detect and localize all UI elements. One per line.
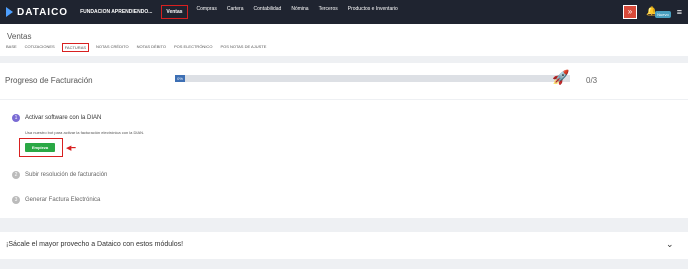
subtabs: BASE COTIZACIONES FACTURAS NOTAS CRÉDITO…: [6, 43, 274, 52]
step-3[interactable]: 3 Generar Factura Electrónica: [12, 196, 100, 204]
nav-terceros[interactable]: Terceros: [319, 6, 338, 18]
step-description: Usa nuestro bot para activar la facturac…: [25, 130, 145, 135]
nav-contabilidad[interactable]: Contabilidad: [254, 6, 282, 18]
progress-count: 0/3: [586, 76, 598, 85]
company-selector[interactable]: FUNDACION APRENDIENDO...: [80, 9, 152, 15]
nav-cartera[interactable]: Cartera: [227, 6, 244, 18]
step-number: 2: [12, 171, 20, 179]
top-navbar: DATAICO FUNDACION APRENDIENDO... Ventas …: [0, 0, 688, 24]
step-number: 3: [12, 196, 20, 204]
nav-productos[interactable]: Productos e Inventario: [348, 6, 398, 18]
tab-base[interactable]: BASE: [6, 44, 17, 51]
step-number: 1: [12, 114, 20, 122]
logo-mark-icon: [6, 7, 13, 17]
chevron-down-icon[interactable]: ⌄: [666, 239, 674, 250]
modules-banner[interactable]: ¡Sácale el mayor provecho a Dataico con …: [0, 232, 688, 259]
tab-facturas[interactable]: FACTURAS: [61, 43, 90, 52]
step-label: Subir resolución de facturación: [25, 172, 108, 178]
nav-compras[interactable]: Compras: [197, 6, 217, 18]
dataico-logo[interactable]: DATAICO: [6, 7, 68, 18]
progress-fill: 0%: [175, 75, 185, 82]
tab-notas-credito[interactable]: NOTAS CRÉDITO: [96, 44, 129, 51]
page-title: Ventas: [7, 32, 32, 41]
steps-card: 1 Activar software con la DIAN Usa nuest…: [0, 100, 688, 218]
step-1[interactable]: 1 Activar software con la DIAN: [12, 114, 101, 122]
nav-ventas[interactable]: Ventas: [161, 5, 188, 19]
new-badge: Nuevo: [655, 11, 671, 18]
main-nav: Ventas Compras Cartera Contabilidad Nómi…: [161, 5, 407, 19]
tab-notas-debito[interactable]: NOTAS DÉBITO: [137, 44, 166, 51]
annotation-highlight: Empieza: [19, 138, 63, 157]
nav-nomina[interactable]: Nómina: [291, 6, 308, 18]
progress-bar: 0%: [175, 75, 570, 82]
start-button[interactable]: Empieza: [25, 143, 55, 152]
progress-card: Progreso de Facturación 0% 🚀 0/3: [0, 63, 688, 99]
logo-text: DATAICO: [17, 6, 69, 18]
modules-title: ¡Sácale el mayor provecho a Dataico con …: [6, 241, 184, 248]
tab-pos-electronico[interactable]: POS ELECTRÓNICO: [174, 44, 212, 51]
annotation-arrow-left-icon: ◀━: [66, 145, 76, 152]
step-label: Generar Factura Electrónica: [25, 197, 101, 203]
topbar-actions: » 🔔 Nuevo ≡: [622, 4, 682, 19]
progress-title: Progreso de Facturación: [5, 76, 93, 85]
rocket-icon: 🚀: [552, 69, 570, 85]
tab-cotizaciones[interactable]: COTIZACIONES: [25, 44, 55, 51]
tab-pos-notas-ajuste[interactable]: POS NOTAS DE AJUSTE: [220, 44, 266, 51]
step-label: Activar software con la DIAN: [25, 115, 102, 121]
menu-icon[interactable]: ≡: [677, 7, 682, 17]
forward-icon[interactable]: »: [622, 4, 637, 19]
page-header: Ventas BASE COTIZACIONES FACTURAS NOTAS …: [0, 24, 688, 56]
step-2[interactable]: 2 Subir resolución de facturación: [12, 171, 107, 179]
